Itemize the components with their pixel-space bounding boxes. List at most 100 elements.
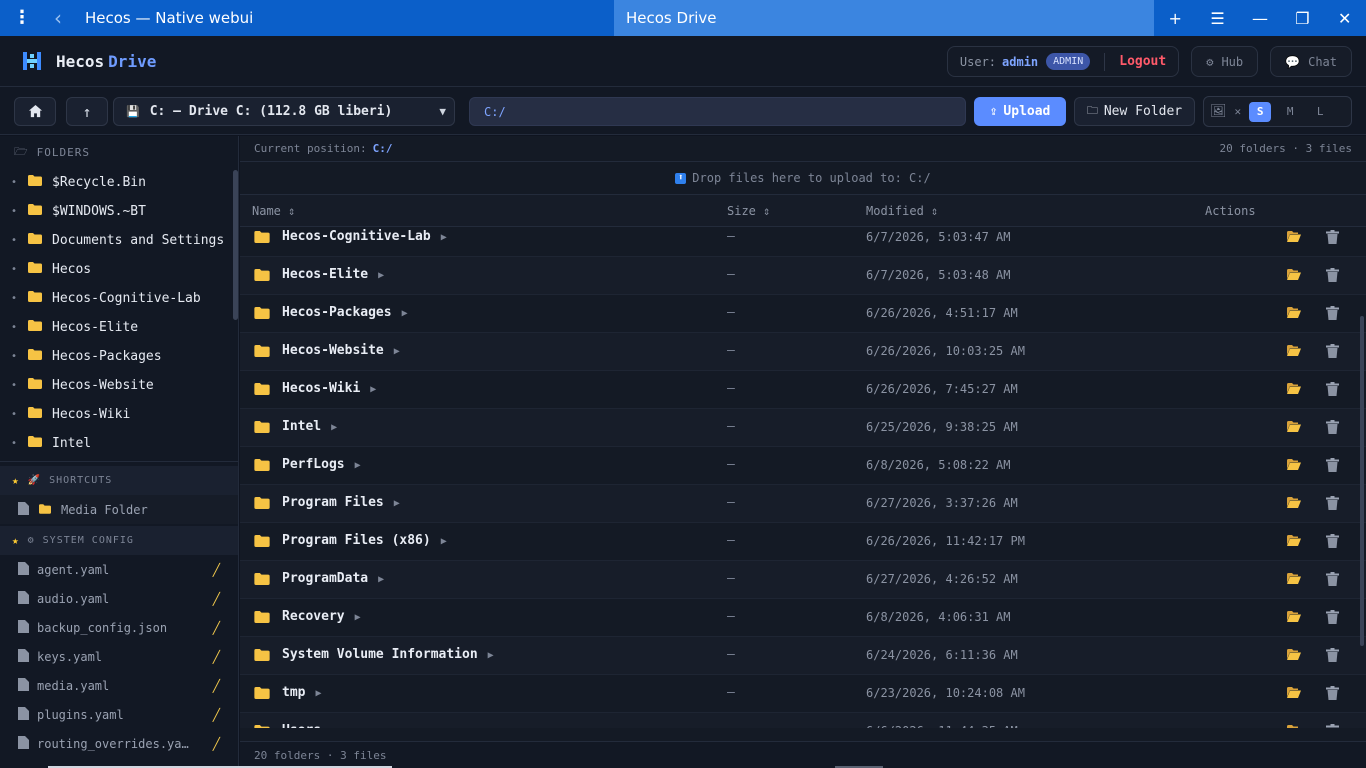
upload-button[interactable]: ⇪ Upload xyxy=(974,97,1066,126)
edit-pencil-icon[interactable]: ╱ xyxy=(213,592,220,606)
play-arrow-icon[interactable]: ▶ xyxy=(355,460,361,471)
config-file-item[interactable]: audio.yaml ╱ xyxy=(0,584,238,613)
open-folder-icon[interactable] xyxy=(1287,383,1301,398)
size-s-button[interactable]: S xyxy=(1249,101,1272,122)
play-arrow-icon[interactable]: ▶ xyxy=(378,574,384,585)
expand-icon[interactable]: • xyxy=(0,380,28,391)
config-file-item[interactable]: plugins.yaml ╱ xyxy=(0,700,238,729)
play-arrow-icon[interactable]: ▶ xyxy=(331,726,337,728)
restore-icon[interactable]: ❐ xyxy=(1282,9,1322,28)
trash-icon[interactable] xyxy=(1326,458,1339,476)
edit-pencil-icon[interactable]: ╱ xyxy=(213,563,220,577)
config-file-item[interactable]: backup_config.json ╱ xyxy=(0,613,238,642)
logout-button[interactable]: Logout xyxy=(1119,54,1166,69)
play-arrow-icon[interactable]: ▶ xyxy=(355,612,361,623)
table-row[interactable]: Users ▶ — 6/6/2026, 11:44:35 AM xyxy=(240,713,1366,728)
tree-item[interactable]: • Hecos-Elite xyxy=(0,313,238,342)
config-file-item[interactable]: routing_overrides.ya… ╱ xyxy=(0,729,238,758)
edit-pencil-icon[interactable]: ╱ xyxy=(213,650,220,664)
drop-zone[interactable]: ⬆ Drop files here to upload to: C:/ xyxy=(240,162,1366,195)
image-preview-icon[interactable]: 🖼 xyxy=(1210,104,1227,119)
expand-icon[interactable]: • xyxy=(0,206,28,217)
edit-pencil-icon[interactable]: ╱ xyxy=(213,708,220,722)
config-file-item[interactable]: media.yaml ╱ xyxy=(0,671,238,700)
tree-item[interactable]: • Hecos-Packages xyxy=(0,342,238,371)
expand-icon[interactable]: • xyxy=(0,177,28,188)
trash-icon[interactable] xyxy=(1326,306,1339,324)
tree-item[interactable]: • Hecos xyxy=(0,255,238,284)
close-preview-icon[interactable]: ✕ xyxy=(1235,105,1242,118)
expand-icon[interactable]: • xyxy=(0,322,28,333)
minimize-icon[interactable]: — xyxy=(1240,9,1280,28)
up-folder-button[interactable]: ↑ xyxy=(66,97,108,126)
trash-icon[interactable] xyxy=(1326,648,1339,666)
expand-icon[interactable]: • xyxy=(0,438,28,449)
trash-icon[interactable] xyxy=(1326,344,1339,362)
trash-icon[interactable] xyxy=(1326,420,1339,438)
open-folder-icon[interactable] xyxy=(1287,421,1301,436)
play-arrow-icon[interactable]: ▶ xyxy=(488,650,494,661)
new-folder-button[interactable]: 🗀 New Folder xyxy=(1074,97,1195,126)
row-name[interactable]: Intel ▶ xyxy=(282,419,337,434)
column-size[interactable]: Size ⇕ xyxy=(727,204,770,218)
table-row[interactable]: Hecos-Elite ▶ — 6/7/2026, 5:03:48 AM xyxy=(240,257,1366,295)
row-name[interactable]: Hecos-Elite ▶ xyxy=(282,267,384,282)
home-button[interactable] xyxy=(14,97,56,126)
row-name[interactable]: Hecos-Packages ▶ xyxy=(282,305,408,320)
hub-button[interactable]: ⚙ Hub xyxy=(1191,46,1259,77)
kebab-menu-icon[interactable]: ⋮ xyxy=(0,0,44,36)
play-arrow-icon[interactable]: ▶ xyxy=(394,498,400,509)
size-l-button[interactable]: L xyxy=(1309,102,1331,122)
expand-icon[interactable]: • xyxy=(0,351,28,362)
chat-button[interactable]: 💬 Chat xyxy=(1270,46,1352,77)
main-scrollbar[interactable] xyxy=(1360,316,1364,646)
trash-icon[interactable] xyxy=(1326,686,1339,704)
open-folder-icon[interactable] xyxy=(1287,269,1301,284)
tree-item[interactable]: • Hecos-Wiki xyxy=(0,400,238,429)
table-row[interactable]: ProgramData ▶ — 6/27/2026, 4:26:52 AM xyxy=(240,561,1366,599)
tree-item[interactable]: • $WINDOWS.~BT xyxy=(0,197,238,226)
size-m-button[interactable]: M xyxy=(1279,102,1301,122)
edit-pencil-icon[interactable]: ╱ xyxy=(213,737,220,751)
row-name[interactable]: Users ▶ xyxy=(282,723,337,728)
trash-icon[interactable] xyxy=(1326,268,1339,286)
expand-icon[interactable]: • xyxy=(0,293,28,304)
open-folder-icon[interactable] xyxy=(1287,345,1301,360)
trash-icon[interactable] xyxy=(1326,230,1339,248)
play-arrow-icon[interactable]: ▶ xyxy=(378,270,384,281)
play-arrow-icon[interactable]: ▶ xyxy=(441,536,447,547)
table-row[interactable]: Hecos-Website ▶ — 6/26/2026, 10:03:25 AM xyxy=(240,333,1366,371)
column-name[interactable]: Name ⇕ xyxy=(252,204,295,218)
play-arrow-icon[interactable]: ▶ xyxy=(402,308,408,319)
table-row[interactable]: Program Files (x86) ▶ — 6/26/2026, 11:42:17… xyxy=(240,523,1366,561)
row-name[interactable]: Hecos-Website ▶ xyxy=(282,343,400,358)
open-folder-icon[interactable] xyxy=(1287,307,1301,322)
row-name[interactable]: Hecos-Cognitive-Lab ▶ xyxy=(282,229,447,244)
row-name[interactable]: Program Files (x86) ▶ xyxy=(282,533,447,548)
table-row[interactable]: Recovery ▶ — 6/8/2026, 4:06:31 AM xyxy=(240,599,1366,637)
edit-pencil-icon[interactable]: ╱ xyxy=(213,679,220,693)
tree-item[interactable]: • Intel xyxy=(0,429,238,458)
row-name[interactable]: ProgramData ▶ xyxy=(282,571,384,586)
expand-icon[interactable]: • xyxy=(0,235,28,246)
tree-item[interactable]: • Hecos-Website xyxy=(0,371,238,400)
play-arrow-icon[interactable]: ▶ xyxy=(315,688,321,699)
trash-icon[interactable] xyxy=(1326,496,1339,514)
trash-icon[interactable] xyxy=(1326,534,1339,552)
tree-item[interactable]: • $Recycle.Bin xyxy=(0,168,238,197)
expand-icon[interactable]: • xyxy=(0,264,28,275)
tab-hecos-drive[interactable]: Hecos Drive xyxy=(614,0,1154,36)
play-arrow-icon[interactable]: ▶ xyxy=(331,422,337,433)
hamburger-menu-icon[interactable]: ☰ xyxy=(1198,9,1238,28)
row-name[interactable]: System Volume Information ▶ xyxy=(282,647,494,662)
play-arrow-icon[interactable]: ▶ xyxy=(370,384,376,395)
row-name[interactable]: Program Files ▶ xyxy=(282,495,400,510)
table-row[interactable]: System Volume Information ▶ — 6/24/2026, 6:… xyxy=(240,637,1366,675)
drive-select[interactable]: 💾 C: — Drive C: (112.8 GB liberi) ▼ xyxy=(113,97,455,126)
table-row[interactable]: tmp ▶ — 6/23/2026, 10:24:08 AM xyxy=(240,675,1366,713)
trash-icon[interactable] xyxy=(1326,572,1339,590)
open-folder-icon[interactable] xyxy=(1287,687,1301,702)
trash-icon[interactable] xyxy=(1326,382,1339,400)
position-path[interactable]: C:/ xyxy=(373,142,393,155)
back-arrow-icon[interactable]: ‹ xyxy=(44,6,72,30)
